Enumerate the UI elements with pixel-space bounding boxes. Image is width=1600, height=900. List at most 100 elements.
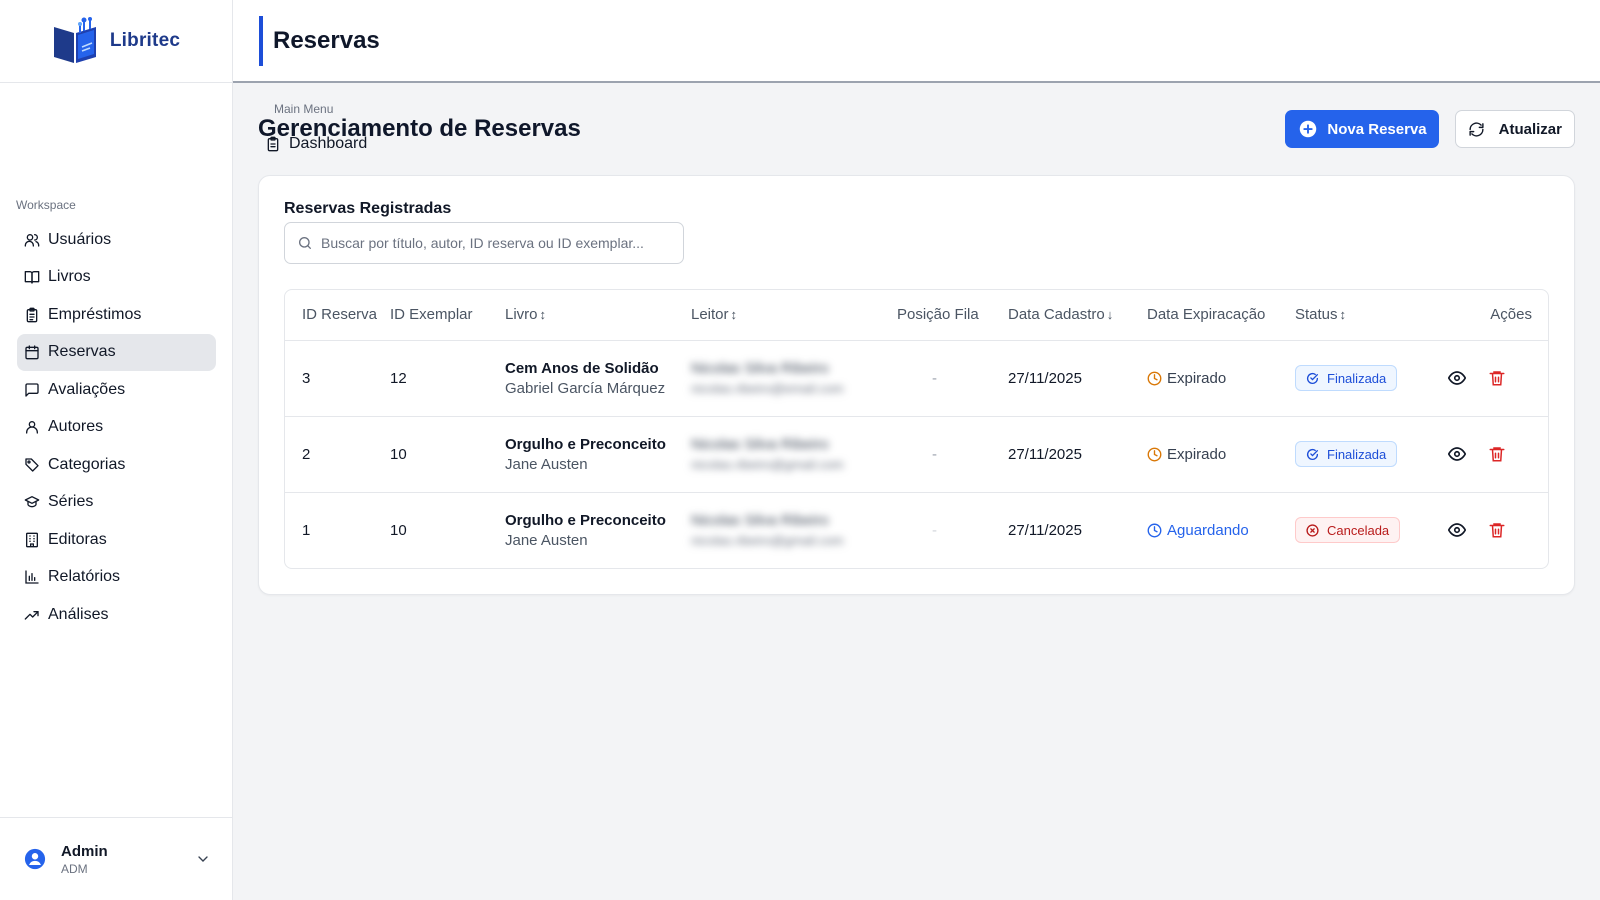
- sidebar-item-label: Editoras: [48, 530, 107, 548]
- reservations-card: Reservas Registradas ID Reserva ID Exemp…: [258, 175, 1575, 595]
- sidebar-item-label: Autores: [48, 418, 104, 436]
- cell-status: Finalizada: [1295, 340, 1443, 417]
- reader-email: nicolas.ribeiro@email.com: [691, 381, 844, 396]
- column-header-leitor[interactable]: Leitor ↕: [691, 290, 897, 341]
- cell-queue: -: [932, 521, 937, 539]
- reader-email: nicolas.ribeiro@gmail.com: [691, 457, 844, 472]
- trash-icon[interactable]: [1488, 445, 1506, 463]
- topbar: Reservas: [233, 0, 1600, 83]
- book-title: Orgulho e Preconceito: [505, 435, 666, 453]
- app-name: Libritec: [109, 30, 181, 51]
- column-header-id-reserva: ID Reserva: [285, 290, 390, 341]
- status-text: Cancelada: [1327, 522, 1390, 538]
- cell-expiration: Expirado: [1147, 416, 1295, 493]
- search-input[interactable]: [321, 235, 661, 251]
- sidebar-item-label: Reservas: [48, 343, 116, 361]
- refresh-button[interactable]: Atualizar: [1454, 110, 1575, 148]
- cell-book: Orgulho e Preconceito Jane Austen: [505, 416, 691, 493]
- sidebar-item-livros[interactable]: Livros: [17, 259, 216, 297]
- trash-icon[interactable]: [1488, 521, 1506, 539]
- cell-reader: Nicolas Silva Ribeiro nicolas.ribeiro@em…: [691, 340, 897, 417]
- table-row: 2 10 Orgulho e Preconceito Jane Austen N…: [285, 416, 1548, 493]
- reader-name: Nicolas Silva Ribeiro: [691, 360, 829, 377]
- x-circle-icon: [1306, 524, 1319, 537]
- cell-status: Cancelada: [1295, 492, 1443, 568]
- eye-icon[interactable]: [1448, 445, 1466, 463]
- sort-icon: ↕: [1339, 307, 1347, 323]
- reader-name: Nicolas Silva Ribeiro: [691, 436, 829, 453]
- cell-expiration: Expirado: [1147, 340, 1295, 417]
- cell-date: 27/11/2025: [1008, 521, 1082, 539]
- refresh-label: Atualizar: [1498, 120, 1562, 138]
- sidebar-item-emprestimos[interactable]: Empréstimos: [17, 296, 216, 334]
- column-header-data-cadastro[interactable]: Data Cadastro ↓: [1008, 290, 1147, 341]
- chevron-down-icon[interactable]: [195, 851, 211, 867]
- sidebar-item-usuarios[interactable]: Usuários: [17, 221, 216, 259]
- cell-book: Cem Anos de Solidão Gabriel García Márqu…: [505, 340, 691, 417]
- topbar-title: Reservas: [273, 26, 380, 54]
- table-row: 1 10 Orgulho e Preconceito Jane Austen N…: [285, 492, 1548, 568]
- clock-icon: [1147, 371, 1162, 385]
- sidebar-item-relatorios[interactable]: Relatórios: [17, 559, 216, 597]
- check-circle-icon: [1306, 372, 1319, 384]
- new-reservation-label: Nova Reserva: [1327, 120, 1427, 138]
- logo[interactable]: Libritec: [0, 0, 232, 83]
- eye-icon[interactable]: [1448, 521, 1466, 539]
- cell-reader: Nicolas Silva Ribeiro nicolas.ribeiro@gm…: [691, 492, 897, 568]
- cell-book: Orgulho e Preconceito Jane Austen: [505, 492, 691, 568]
- user-menu[interactable]: Admin ADM: [0, 817, 233, 900]
- table-header-row: ID Reserva ID Exemplar Livro ↕ Leitor ↕ Po…: [285, 290, 1548, 341]
- sidebar-item-categorias[interactable]: Categorias: [17, 446, 216, 484]
- book-author: Gabriel García Márquez: [505, 379, 666, 397]
- expiration-text: Expirado: [1167, 445, 1227, 463]
- column-header-data-expiracao: Data Expiracação: [1147, 290, 1295, 341]
- sort-icon: ↓: [1106, 307, 1114, 323]
- book-open-icon: [24, 271, 40, 284]
- sidebar-item-analises[interactable]: Análises: [17, 596, 216, 634]
- cell-date: 27/11/2025: [1008, 340, 1147, 417]
- sidebar-item-label: Empréstimos: [48, 305, 142, 323]
- sidebar-item-editoras[interactable]: Editoras: [17, 521, 216, 559]
- status-badge: Finalizada: [1295, 441, 1398, 467]
- expiration-text: Aguardando: [1167, 521, 1249, 539]
- plus-circle-icon: [1300, 120, 1317, 138]
- calendar-icon: [25, 345, 39, 360]
- trash-icon[interactable]: [1488, 369, 1506, 387]
- title-accent-bar: [259, 15, 263, 66]
- column-header-status[interactable]: Status ↕: [1295, 290, 1443, 341]
- cell-id-reserva: 2: [285, 416, 390, 493]
- new-reservation-button[interactable]: Nova Reserva: [1285, 110, 1439, 148]
- sidebar-item-series[interactable]: Séries: [17, 484, 216, 522]
- column-header-livro[interactable]: Livro ↕: [505, 290, 691, 341]
- table-row: 3 12 Cem Anos de Solidão Gabriel García …: [285, 340, 1548, 417]
- cell-actions: [1443, 416, 1548, 493]
- book-title: Cem Anos de Solidão: [505, 359, 659, 377]
- workspace-label: Workspace: [16, 198, 76, 212]
- tag-icon: [25, 458, 39, 472]
- status-badge: Cancelada: [1295, 517, 1401, 544]
- user-name: Admin: [61, 842, 108, 860]
- sidebar-item-reservas[interactable]: Reservas: [17, 333, 216, 371]
- book-author: Jane Austen: [505, 531, 588, 549]
- search-box: [284, 222, 684, 264]
- cell-date: 27/11/2025: [1008, 416, 1147, 493]
- status-badge: Finalizada: [1295, 365, 1398, 391]
- card-title: Reservas Registradas: [284, 200, 452, 217]
- book-title: Orgulho e Preconceito: [505, 511, 666, 529]
- sidebar-item-autores[interactable]: Autores: [17, 409, 216, 447]
- sidebar-item-avaliacoes[interactable]: Avaliações: [17, 371, 216, 409]
- reader-name: Nicolas Silva Ribeiro: [691, 512, 829, 530]
- eye-icon[interactable]: [1448, 369, 1466, 387]
- cell-id-exemplar: 10: [390, 416, 505, 493]
- expiration-text: Expirado: [1167, 369, 1227, 387]
- cell-expiration: Aguardando: [1147, 492, 1295, 568]
- page-header: Gerenciamento de Reservas Nova Reserva A…: [258, 83, 1575, 175]
- cell-id-exemplar: 10: [390, 521, 407, 539]
- status-text: Finalizada: [1327, 446, 1387, 462]
- sidebar-item-label: Relatórios: [48, 568, 121, 586]
- cell-queue: -: [897, 340, 1008, 417]
- book-author: Jane Austen: [505, 455, 588, 473]
- sidebar-item-label: Análises: [48, 605, 109, 623]
- cell-actions: [1443, 492, 1548, 568]
- refresh-icon: [1469, 121, 1484, 137]
